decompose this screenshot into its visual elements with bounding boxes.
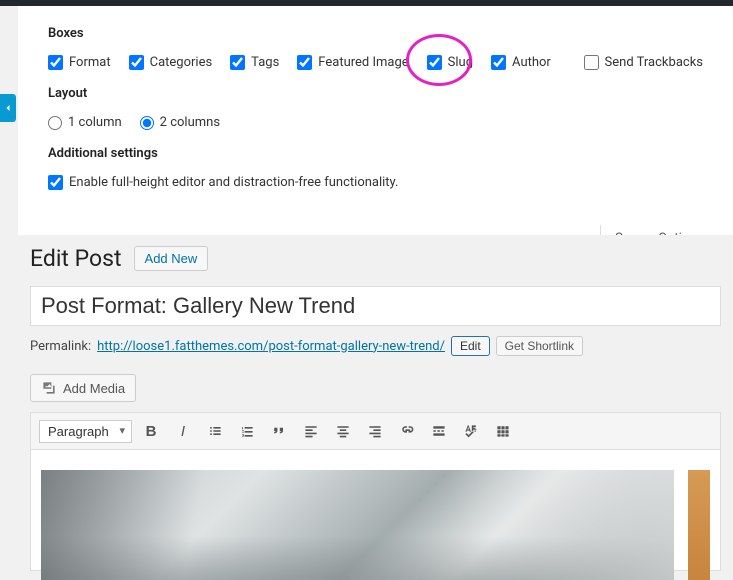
checkbox-format-input[interactable]: [48, 55, 63, 70]
post-title-input[interactable]: [30, 286, 721, 326]
kitchen-sink-icon: [495, 423, 511, 439]
bullet-list-button[interactable]: [202, 419, 228, 443]
boxes-heading: Boxes: [48, 26, 703, 41]
align-right-button[interactable]: [362, 419, 388, 443]
toolbar-toggle-button[interactable]: [490, 419, 516, 443]
radio-2-columns-label: 2 columns: [160, 115, 220, 130]
page-heading-row: Edit Post Add New: [30, 245, 721, 272]
edit-permalink-button[interactable]: Edit: [451, 336, 490, 356]
get-shortlink-button[interactable]: Get Shortlink: [496, 336, 583, 356]
link-icon: [399, 423, 415, 439]
radio-2-columns[interactable]: 2 columns: [140, 115, 220, 130]
checkbox-full-height-editor-input[interactable]: [48, 175, 63, 190]
additional-row: Enable full-height editor and distractio…: [48, 175, 703, 190]
checkbox-author[interactable]: Author: [491, 55, 551, 70]
number-list-button[interactable]: [234, 419, 260, 443]
align-center-icon: [335, 423, 351, 439]
checkbox-full-height-editor[interactable]: Enable full-height editor and distractio…: [48, 175, 398, 190]
spellcheck-icon: [463, 423, 479, 439]
paragraph-format-select[interactable]: Paragraph: [39, 420, 132, 443]
checkbox-categories-input[interactable]: [129, 55, 144, 70]
checkbox-slug[interactable]: Slug: [427, 55, 473, 70]
read-more-icon: [431, 423, 447, 439]
edit-post-content: Edit Post Add New Permalink: http://loos…: [18, 235, 733, 571]
spellcheck-button[interactable]: [458, 419, 484, 443]
editor-body[interactable]: [31, 450, 720, 570]
checkbox-tags-label: Tags: [251, 55, 279, 70]
checkbox-author-input[interactable]: [491, 55, 506, 70]
align-left-button[interactable]: [298, 419, 324, 443]
align-left-icon: [303, 423, 319, 439]
chevron-left-icon: [3, 103, 13, 113]
checkbox-featured-image-label: Featured Image: [318, 55, 408, 70]
blockquote-button[interactable]: [266, 419, 292, 443]
checkbox-featured-image-input[interactable]: [297, 55, 312, 70]
radio-1-column-label: 1 column: [68, 115, 122, 130]
align-right-icon: [367, 423, 383, 439]
media-icon: [41, 380, 57, 396]
checkbox-full-height-editor-label: Enable full-height editor and distractio…: [69, 175, 398, 190]
bold-icon: B: [146, 423, 157, 440]
checkbox-author-label: Author: [512, 55, 551, 70]
checkbox-format-label: Format: [69, 55, 111, 70]
layout-row: 1 column 2 columns: [48, 115, 703, 130]
checkbox-featured-image[interactable]: Featured Image: [297, 55, 408, 70]
checkbox-send-trackbacks-input[interactable]: [584, 55, 599, 70]
checkbox-format[interactable]: Format: [48, 55, 111, 70]
add-media-button[interactable]: Add Media: [30, 374, 136, 402]
italic-icon: I: [181, 423, 185, 440]
insert-more-button[interactable]: [426, 419, 452, 443]
checkbox-categories-label: Categories: [150, 55, 213, 70]
additional-settings-heading: Additional settings: [48, 146, 703, 161]
checkbox-slug-input[interactable]: [427, 55, 442, 70]
italic-button[interactable]: I: [170, 419, 196, 443]
permalink-url[interactable]: http://loose1.fatthemes.com/post-format-…: [97, 339, 445, 354]
bullet-list-icon: [207, 423, 223, 439]
radio-1-column[interactable]: 1 column: [48, 115, 122, 130]
editor-toolbar: Paragraph B I: [31, 413, 720, 450]
bold-button[interactable]: B: [138, 419, 164, 443]
permalink-label: Permalink:: [30, 339, 91, 354]
page-title: Edit Post: [30, 245, 122, 272]
align-center-button[interactable]: [330, 419, 356, 443]
collapse-menu-tab[interactable]: [0, 94, 16, 122]
checkbox-slug-label: Slug: [448, 55, 473, 70]
gallery-image[interactable]: [41, 470, 674, 580]
checkbox-send-trackbacks[interactable]: Send Trackbacks: [584, 55, 703, 70]
add-media-label: Add Media: [63, 381, 125, 396]
checkbox-send-trackbacks-label: Send Trackbacks: [605, 55, 703, 70]
editor-box: Paragraph B I: [30, 412, 721, 571]
add-new-button[interactable]: Add New: [134, 246, 209, 271]
gallery-image-next[interactable]: [688, 470, 710, 580]
number-list-icon: [239, 423, 255, 439]
checkbox-categories[interactable]: Categories: [129, 55, 213, 70]
boxes-row: Format Categories Tags Featured Image Sl…: [48, 55, 703, 70]
layout-heading: Layout: [48, 86, 703, 101]
permalink-row: Permalink: http://loose1.fatthemes.com/p…: [30, 336, 721, 356]
quote-icon: [271, 423, 287, 439]
checkbox-tags-input[interactable]: [230, 55, 245, 70]
radio-2-columns-input[interactable]: [140, 116, 154, 130]
checkbox-tags[interactable]: Tags: [230, 55, 279, 70]
radio-1-column-input[interactable]: [48, 116, 62, 130]
insert-link-button[interactable]: [394, 419, 420, 443]
